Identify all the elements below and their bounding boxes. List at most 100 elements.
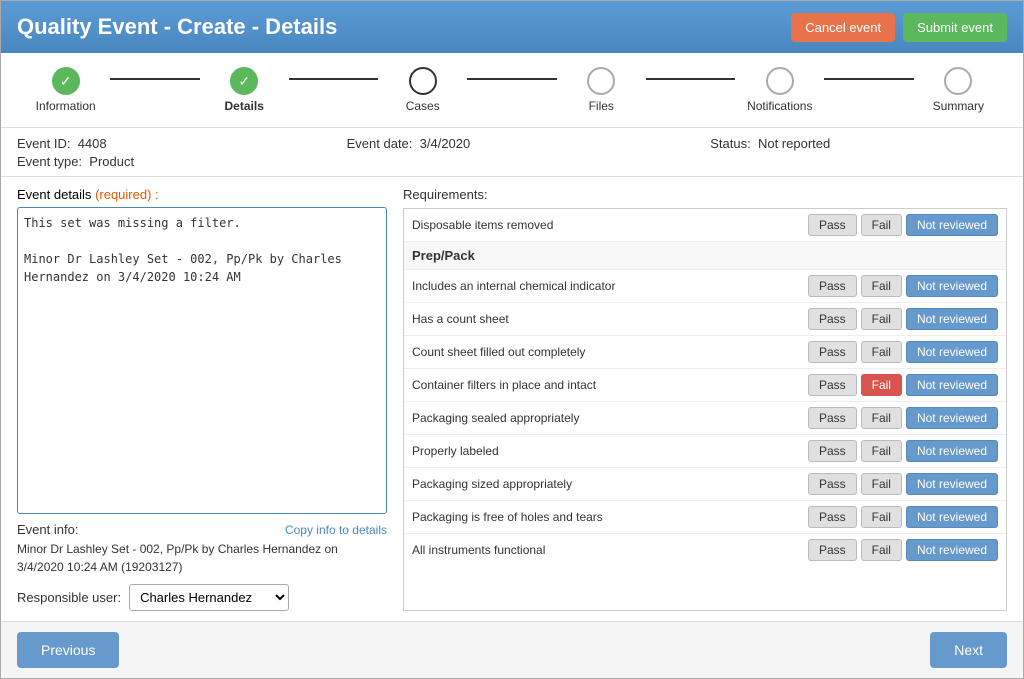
btn-fail-count-sheet[interactable]: Fail xyxy=(861,308,902,330)
next-button[interactable]: Next xyxy=(930,632,1007,668)
connector-2 xyxy=(289,78,378,80)
req-name-packaging-sealed: Packaging sealed appropriately xyxy=(412,411,808,425)
btn-not-reviewed-count-filled[interactable]: Not reviewed xyxy=(906,341,998,363)
event-type-label: Event type: xyxy=(17,154,82,169)
status-value: Not reported xyxy=(758,136,830,151)
req-name-chemical: Includes an internal chemical indicator xyxy=(412,279,808,293)
btn-not-reviewed-packaging-holes[interactable]: Not reviewed xyxy=(906,506,998,528)
step-label-summary: Summary xyxy=(933,99,984,113)
event-info-text: Minor Dr Lashley Set - 002, Pp/Pk by Cha… xyxy=(17,540,387,576)
responsible-user-select[interactable]: Charles Hernandez xyxy=(129,584,289,611)
event-metadata: Event ID: 4408 Event date: 3/4/2020 Stat… xyxy=(1,128,1023,177)
checkmark-icon-2 xyxy=(238,73,250,90)
step-summary[interactable]: Summary xyxy=(914,67,1003,113)
req-buttons-container-filters: Pass Fail Not reviewed xyxy=(808,374,998,396)
responsible-user-row: Responsible user: Charles Hernandez xyxy=(17,584,387,611)
btn-fail-packaging-sized[interactable]: Fail xyxy=(861,473,902,495)
req-name-packaging-holes: Packaging is free of holes and tears xyxy=(412,510,808,524)
req-name-container-filters: Container filters in place and intact xyxy=(412,378,808,392)
btn-not-reviewed-properly-labeled[interactable]: Not reviewed xyxy=(906,440,998,462)
req-name-properly-labeled: Properly labeled xyxy=(412,444,808,458)
event-details-section-label: Event details (required) : xyxy=(17,187,387,202)
btn-fail-disposable[interactable]: Fail xyxy=(861,214,902,236)
req-buttons-packaging-holes: Pass Fail Not reviewed xyxy=(808,506,998,528)
step-cases[interactable]: Cases xyxy=(378,67,467,113)
submit-event-button[interactable]: Submit event xyxy=(903,13,1007,42)
btn-fail-container-filters[interactable]: Fail xyxy=(861,374,902,396)
page-title: Quality Event - Create - Details xyxy=(17,14,337,40)
step-details[interactable]: Details xyxy=(200,67,289,113)
requirements-table: Disposable items removed Pass Fail Not r… xyxy=(403,208,1007,611)
step-label-files: Files xyxy=(589,99,614,113)
req-row-packaging-holes: Packaging is free of holes and tears Pas… xyxy=(404,501,1006,534)
btn-pass-instruments[interactable]: Pass xyxy=(808,539,857,561)
btn-not-reviewed-packaging-sized[interactable]: Not reviewed xyxy=(906,473,998,495)
req-row-count-filled: Count sheet filled out completely Pass F… xyxy=(404,336,1006,369)
btn-not-reviewed-container-filters[interactable]: Not reviewed xyxy=(906,374,998,396)
btn-pass-chemical[interactable]: Pass xyxy=(808,275,857,297)
btn-fail-packaging-sealed[interactable]: Fail xyxy=(861,407,902,429)
step-circle-files xyxy=(587,67,615,95)
btn-pass-packaging-sized[interactable]: Pass xyxy=(808,473,857,495)
req-row-properly-labeled: Properly labeled Pass Fail Not reviewed xyxy=(404,435,1006,468)
connector-3 xyxy=(467,78,556,80)
step-label-details: Details xyxy=(225,99,264,113)
step-files[interactable]: Files xyxy=(557,67,646,113)
steps-track: Information Details Cases Files xyxy=(21,67,1003,113)
btn-fail-packaging-holes[interactable]: Fail xyxy=(861,506,902,528)
btn-not-reviewed-packaging-sealed[interactable]: Not reviewed xyxy=(906,407,998,429)
event-id-value: 4408 xyxy=(78,136,107,151)
header-buttons: Cancel event Submit event xyxy=(791,13,1007,42)
btn-pass-container-filters[interactable]: Pass xyxy=(808,374,857,396)
left-panel: Event details (required) : This set was … xyxy=(17,187,387,611)
req-row-container-filters: Container filters in place and intact Pa… xyxy=(404,369,1006,402)
event-details-label-text: Event details xyxy=(17,187,91,202)
step-information[interactable]: Information xyxy=(21,67,110,113)
btn-not-reviewed-instruments[interactable]: Not reviewed xyxy=(906,539,998,561)
header: Quality Event - Create - Details Cancel … xyxy=(1,1,1023,53)
btn-pass-count-filled[interactable]: Pass xyxy=(808,341,857,363)
req-row-packaging-sealed: Packaging sealed appropriately Pass Fail… xyxy=(404,402,1006,435)
btn-not-reviewed-disposable[interactable]: Not reviewed xyxy=(906,214,998,236)
step-label-cases: Cases xyxy=(406,99,440,113)
req-row-count-sheet: Has a count sheet Pass Fail Not reviewed xyxy=(404,303,1006,336)
btn-pass-packaging-holes[interactable]: Pass xyxy=(808,506,857,528)
step-label-information: Information xyxy=(36,99,96,113)
event-date-label: Event date: xyxy=(347,136,413,151)
right-panel: Requirements: Disposable items removed P… xyxy=(403,187,1007,611)
requirements-label: Requirements: xyxy=(403,187,1007,202)
main-content: Event details (required) : This set was … xyxy=(1,177,1023,621)
event-status: Status: Not reported xyxy=(710,136,830,151)
required-indicator: (required) : xyxy=(95,187,159,202)
btn-not-reviewed-count-sheet[interactable]: Not reviewed xyxy=(906,308,998,330)
btn-fail-instruments[interactable]: Fail xyxy=(861,539,902,561)
event-meta-row-1: Event ID: 4408 Event date: 3/4/2020 Stat… xyxy=(17,136,1007,151)
btn-pass-count-sheet[interactable]: Pass xyxy=(808,308,857,330)
footer: Previous Next xyxy=(1,621,1023,678)
step-notifications[interactable]: Notifications xyxy=(735,67,824,113)
btn-fail-count-filled[interactable]: Fail xyxy=(861,341,902,363)
btn-fail-properly-labeled[interactable]: Fail xyxy=(861,440,902,462)
event-details-textarea[interactable]: This set was missing a filter. Minor Dr … xyxy=(17,207,387,514)
responsible-user-label: Responsible user: xyxy=(17,590,121,605)
btn-pass-disposable[interactable]: Pass xyxy=(808,214,857,236)
btn-pass-properly-labeled[interactable]: Pass xyxy=(808,440,857,462)
step-circle-information xyxy=(52,67,80,95)
previous-button[interactable]: Previous xyxy=(17,632,119,668)
event-meta-row-2: Event type: Product xyxy=(17,154,1007,169)
status-label: Status: xyxy=(710,136,750,151)
req-row-disposable: Disposable items removed Pass Fail Not r… xyxy=(404,209,1006,242)
event-type: Event type: Product xyxy=(17,154,134,169)
btn-pass-packaging-sealed[interactable]: Pass xyxy=(808,407,857,429)
event-date-value: 3/4/2020 xyxy=(420,136,471,151)
checkmark-icon xyxy=(60,73,72,90)
step-label-notifications: Notifications xyxy=(747,99,812,113)
btn-not-reviewed-chemical[interactable]: Not reviewed xyxy=(906,275,998,297)
copy-info-link[interactable]: Copy info to details xyxy=(285,523,387,537)
cancel-event-button[interactable]: Cancel event xyxy=(791,13,895,42)
event-info-label: Event info: xyxy=(17,522,78,537)
btn-fail-chemical[interactable]: Fail xyxy=(861,275,902,297)
event-date: Event date: 3/4/2020 xyxy=(347,136,471,151)
event-type-value: Product xyxy=(89,154,134,169)
req-section-prep-pack: Prep/Pack xyxy=(404,242,1006,270)
